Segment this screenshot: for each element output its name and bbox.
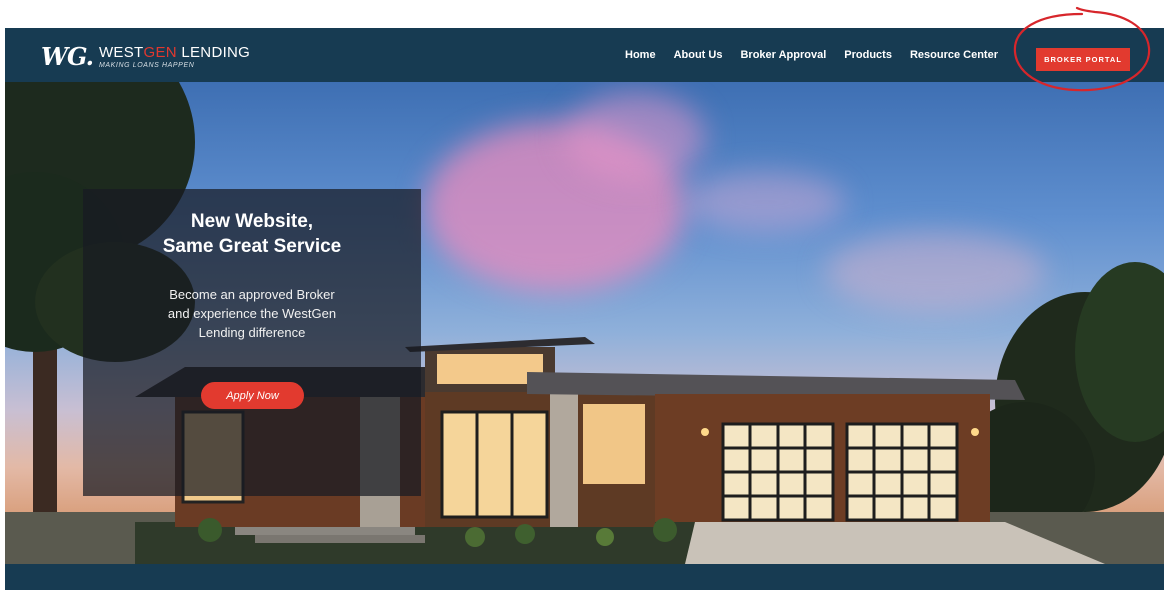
shrub <box>653 518 677 542</box>
hero-title-line1: New Website, <box>190 211 314 232</box>
logo-name: WESTGEN LENDING <box>99 45 250 60</box>
hero-title: New Website, Same Great Service <box>83 209 421 259</box>
entry-glass <box>442 412 547 517</box>
hero-text-line1: Become an approved Broker <box>169 287 335 302</box>
hero-text-line3: Lending difference <box>198 325 306 340</box>
shrub <box>465 527 485 547</box>
hero-section: New Website, Same Great Service Become a… <box>5 82 1164 564</box>
logo-name-west: WEST <box>98 43 144 61</box>
shrub <box>515 524 535 544</box>
logo-text: WESTGEN LENDING MAKING LOANS HAPPEN <box>99 45 250 69</box>
website-frame: WG. WESTGEN LENDING MAKING LOANS HAPPEN … <box>5 28 1164 590</box>
nav-products[interactable]: Products <box>844 49 892 61</box>
nav-about-us[interactable]: About Us <box>674 49 723 61</box>
nav-resource-center[interactable]: Resource Center <box>910 49 998 61</box>
logo-name-gen: GEN <box>143 43 177 61</box>
steps <box>235 527 415 535</box>
logo-mark: WG. <box>41 42 94 71</box>
steps <box>255 535 425 543</box>
stone-column <box>550 387 578 527</box>
logo[interactable]: WG. WESTGEN LENDING MAKING LOANS HAPPEN <box>41 42 250 71</box>
red-circle-annotation <box>1013 6 1151 92</box>
wall-light <box>971 428 979 436</box>
hero-text-line2: and experience the WestGen <box>167 306 337 321</box>
logo-name-lending: LENDING <box>176 43 251 61</box>
wall-light <box>701 428 709 436</box>
main-nav: Home About Us Broker Approval Products R… <box>625 28 998 82</box>
shrub <box>596 528 614 546</box>
apply-now-button[interactable]: Apply Now <box>201 382 304 409</box>
bottom-bar <box>5 564 1164 590</box>
nav-broker-approval[interactable]: Broker Approval <box>740 49 826 61</box>
logo-tagline: MAKING LOANS HAPPEN <box>98 61 195 69</box>
side-window <box>583 404 645 484</box>
hero-title-line2: Same Great Service <box>162 236 342 257</box>
shrub <box>198 518 222 542</box>
hero-card: New Website, Same Great Service Become a… <box>83 189 421 496</box>
site-header: WG. WESTGEN LENDING MAKING LOANS HAPPEN … <box>5 28 1164 82</box>
nav-home[interactable]: Home <box>625 49 656 61</box>
hero-description: Become an approved Broker and experience… <box>133 285 371 342</box>
